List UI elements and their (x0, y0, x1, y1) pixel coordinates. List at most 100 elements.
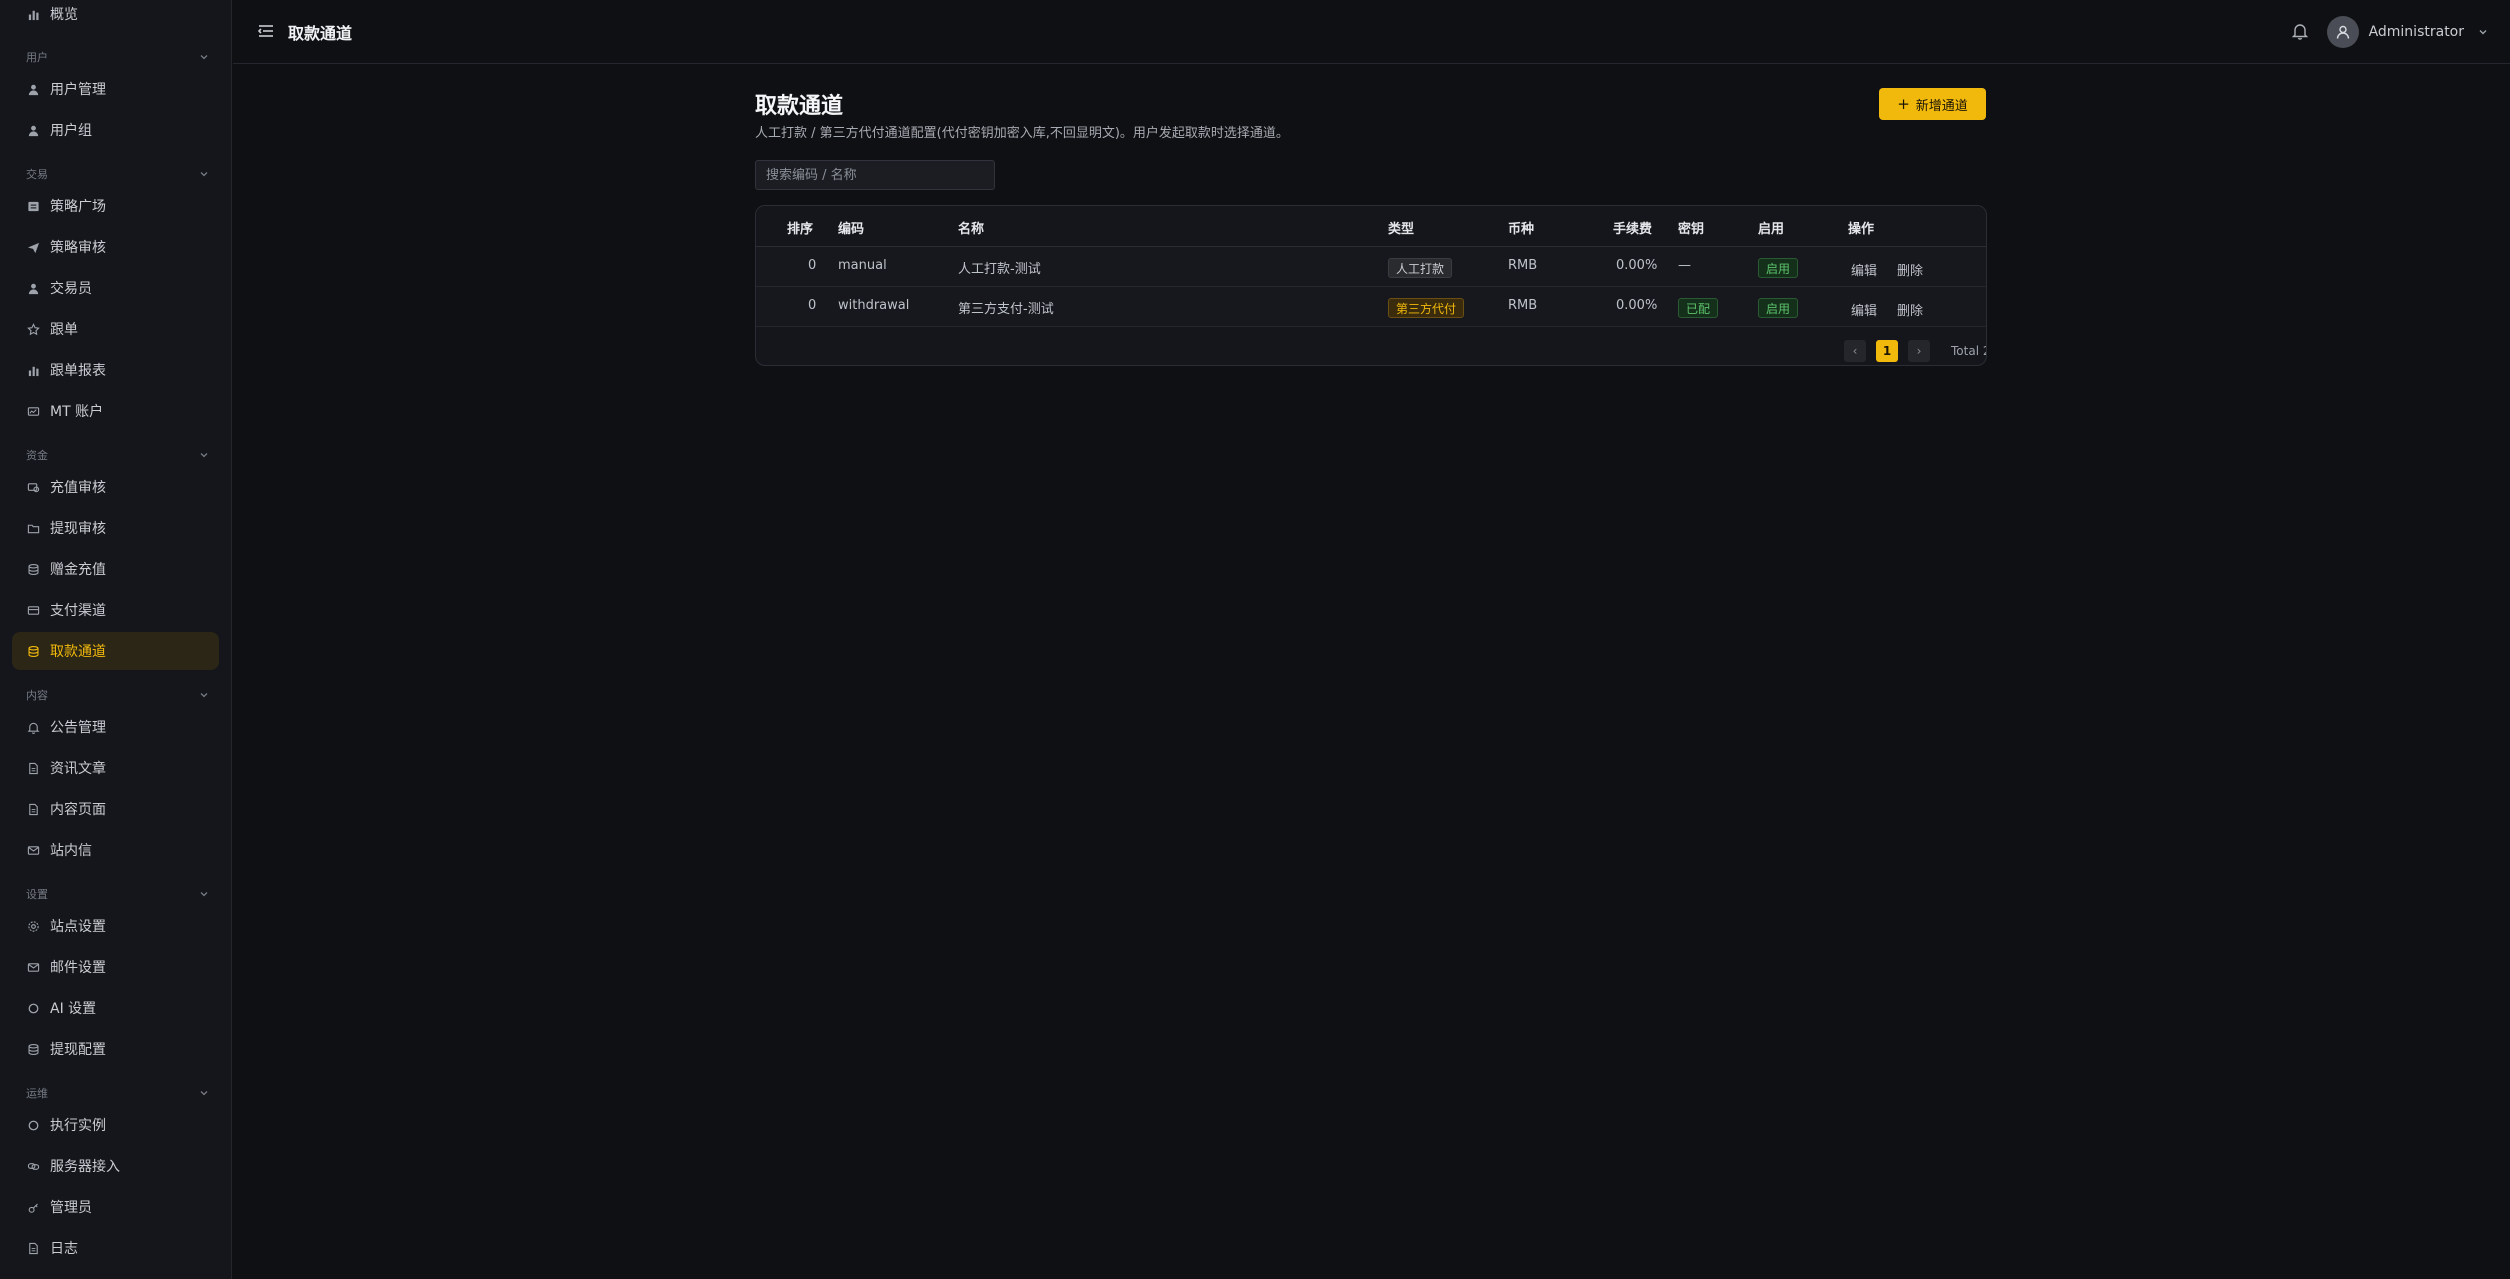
sidebar-item-16[interactable]: 内容页面 (12, 790, 219, 828)
sidebar-item-label: 交易员 (50, 281, 92, 297)
sidebar-item-14[interactable]: 公告管理 (12, 708, 219, 746)
column-actions: 操作 (1848, 222, 1875, 237)
sidebar-item-1[interactable]: 用户管理 (12, 70, 219, 108)
sidebar-group-label: 运维 (26, 1087, 48, 1100)
coins-icon (26, 480, 40, 494)
plus-icon: + (1897, 95, 1910, 113)
sidebar-item-label: 充值审核 (50, 480, 106, 496)
cell-currency: RMB (1508, 258, 1538, 273)
sidebar-group-header[interactable]: 用户 (12, 45, 219, 69)
sidebar-item-label: 支付渠道 (50, 603, 106, 619)
sidebar-group-header[interactable]: 内容 (12, 683, 219, 707)
sidebar-item-label: 提现审核 (50, 521, 106, 537)
sidebar-item-17[interactable]: 站内信 (12, 831, 219, 869)
edit-link[interactable]: 编辑 (1851, 260, 1877, 279)
column-name[interactable]: 名称 (958, 218, 984, 237)
notification-bell-icon[interactable] (2290, 21, 2310, 41)
sidebar-item-3[interactable]: 策略广场 (12, 187, 219, 225)
cell-sort: 0 (808, 258, 817, 273)
user-icon (2336, 25, 2349, 39)
sidebar-item-9[interactable]: 充值审核 (12, 468, 219, 506)
sidebar-item-label: 跟单 (50, 322, 78, 338)
chevron-down-icon (200, 892, 208, 897)
sidebar-group-header[interactable]: 运维 (12, 1081, 219, 1105)
sidebar-item-25[interactable]: 日志 (12, 1229, 219, 1267)
sidebar-group-label: 资金 (26, 449, 48, 462)
sidebar-item-6[interactable]: 跟单 (12, 310, 219, 348)
chevron-down-icon (200, 693, 208, 698)
top-bar: 取款通道 Administrator (233, 0, 2510, 64)
sidebar-item-7[interactable]: 跟单报表 (12, 351, 219, 389)
sidebar-item-24[interactable]: 管理员 (12, 1188, 219, 1226)
column-enabled[interactable]: 启用 (1758, 218, 1784, 237)
column-currency[interactable]: 币种 (1508, 218, 1534, 237)
sidebar-item-4[interactable]: 策略审核 (12, 228, 219, 266)
sidebar-item-label: 执行实例 (50, 1118, 106, 1134)
sidebar-item-2[interactable]: 用户组 (12, 111, 219, 149)
send-icon (26, 240, 40, 254)
menu-toggle-icon[interactable] (257, 22, 275, 40)
user-menu[interactable]: Administrator (2326, 15, 2488, 49)
sidebar-group-header[interactable]: 交易 (12, 162, 219, 186)
sidebar-item-22[interactable]: 执行实例 (12, 1106, 219, 1144)
folder-icon (26, 521, 40, 535)
column-fee[interactable]: 手续费 (1613, 218, 1652, 237)
user-icon (26, 82, 40, 96)
column-code[interactable]: 编码 (838, 218, 864, 237)
document-icon (26, 802, 40, 816)
sidebar-item-label: 概览 (50, 7, 78, 23)
sidebar-item-11[interactable]: 赠金充值 (12, 550, 219, 588)
chevron-down-icon (200, 55, 208, 60)
sidebar-item-20[interactable]: AI 设置 (12, 989, 219, 1027)
column-key[interactable]: 密钥 (1678, 218, 1704, 237)
page-1-button[interactable]: 1 (1876, 340, 1898, 362)
cell-code: withdrawal (838, 298, 910, 313)
database-icon (26, 562, 40, 576)
chevron-down-icon (200, 453, 208, 458)
sidebar-item-8[interactable]: MT 账户 (12, 392, 219, 430)
sidebar-item-18[interactable]: 站点设置 (12, 907, 219, 945)
sidebar-item-15[interactable]: 资讯文章 (12, 749, 219, 787)
type-badge: 人工打款 (1388, 258, 1453, 278)
enabled-badge: 启用 (1758, 258, 1799, 278)
sidebar-item-5[interactable]: 交易员 (12, 269, 219, 307)
chevron-down-icon (2479, 30, 2487, 35)
cell-key: — (1678, 258, 1691, 273)
sidebar-item-label: 内容页面 (50, 802, 106, 818)
sidebar-group-header[interactable]: 资金 (12, 443, 219, 467)
add-channel-button[interactable]: + 新增通道 (1879, 88, 1986, 120)
user-icon (26, 281, 40, 295)
next-page-button[interactable]: › (1908, 340, 1930, 362)
sidebar-group-header[interactable]: 设置 (12, 882, 219, 906)
cell-sort: 0 (808, 298, 817, 313)
sidebar-item-label: 提现配置 (50, 1042, 106, 1058)
cell-fee: 0.00% (1616, 258, 1658, 273)
sidebar-item-13[interactable]: 取款通道 (12, 632, 219, 670)
sidebar-item-label: 用户管理 (50, 82, 106, 98)
sidebar-item-label: 跟单报表 (50, 363, 106, 379)
sidebar-item-label: 公告管理 (50, 720, 106, 736)
column-sort[interactable]: 排序 (787, 218, 813, 237)
mail-icon (26, 960, 40, 974)
sidebar: 概览用户用户管理用户组交易 策略广场 策略审核交易员跟单跟单报表 MT 账户资金充值审… (0, 0, 232, 1279)
sidebar-item-label: 服务器接入 (50, 1159, 120, 1175)
sidebar-item-12[interactable]: 支付渠道 (12, 591, 219, 629)
sidebar-item-19[interactable]: 邮件设置 (12, 948, 219, 986)
sidebar-item-0[interactable]: 概览 (12, 0, 219, 33)
sidebar-item-label: MT 账户 (50, 404, 104, 420)
delete-link[interactable]: 删除 (1897, 260, 1923, 279)
chevron-down-icon (200, 1091, 208, 1096)
link-icon (26, 1159, 40, 1173)
circle-icon (26, 1118, 40, 1132)
edit-link[interactable]: 编辑 (1851, 300, 1877, 319)
document-icon (26, 761, 40, 775)
column-type[interactable]: 类型 (1388, 218, 1414, 237)
user-group-icon (26, 123, 40, 137)
prev-page-button[interactable]: ‹ (1844, 340, 1866, 362)
sidebar-item-23[interactable]: 服务器接入 (12, 1147, 219, 1185)
search-input[interactable] (755, 160, 995, 190)
sidebar-item-10[interactable]: 提现审核 (12, 509, 219, 547)
sidebar-item-21[interactable]: 提现配置 (12, 1030, 219, 1068)
bar-chart-icon (26, 363, 40, 377)
delete-link[interactable]: 删除 (1897, 300, 1923, 319)
